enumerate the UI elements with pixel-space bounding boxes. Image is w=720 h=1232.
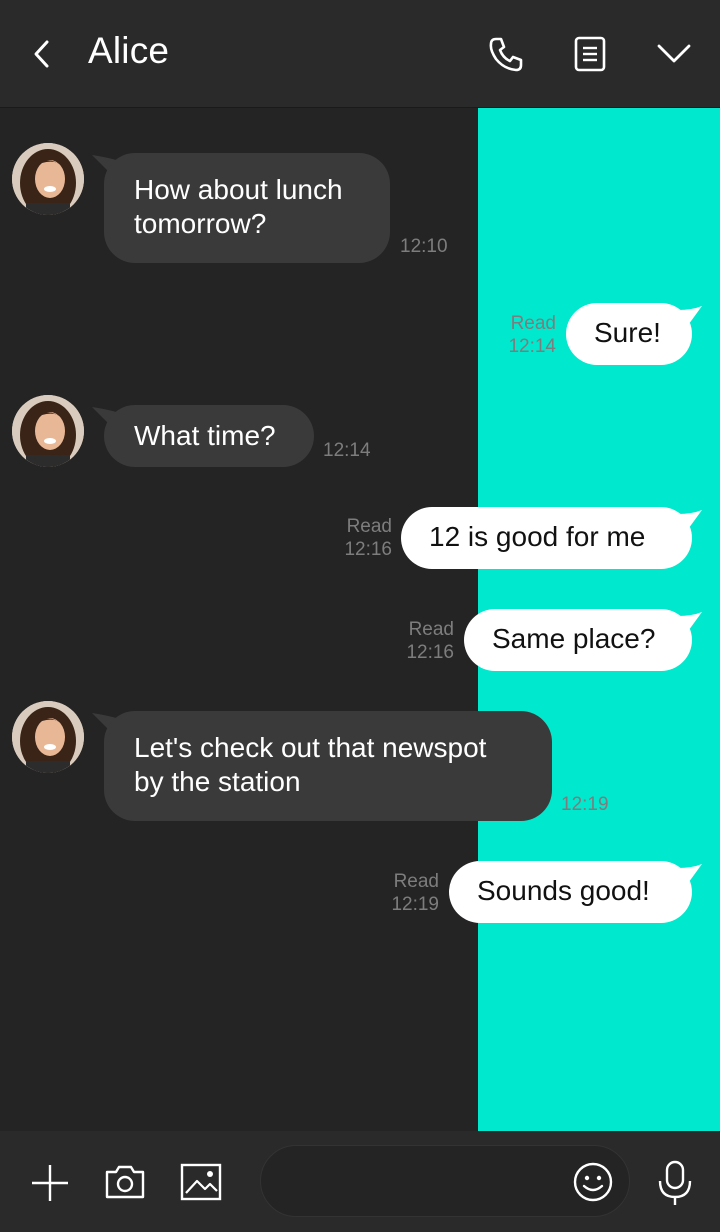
chat-title: Alice [88,30,170,71]
message-bubble[interactable]: Let's check out that newspot by the stat… [104,711,552,821]
message-bubble[interactable]: 12 is good for me [401,507,692,569]
chevron-down-icon[interactable] [656,40,692,68]
phone-icon[interactable] [486,34,526,74]
avatar[interactable] [12,701,84,773]
message-text: Let's check out that newspot [134,732,487,763]
read-label: Read [346,516,392,537]
message-bubble[interactable]: Sounds good! [449,861,692,923]
message-bubble[interactable]: Same place? [464,609,692,671]
message-time: 12:19 [561,794,609,815]
chat-header: Alice [0,0,720,108]
read-status: Read 12:16 [394,618,454,664]
message-text: How about lunch [134,174,343,205]
message-time: 12:14 [508,336,556,357]
input-bar [0,1131,720,1232]
read-label: Read [393,871,439,892]
message-bubble[interactable]: How about lunch tomorrow? [104,153,390,263]
message-text: tomorrow? [134,208,267,239]
microphone-icon[interactable] [656,1159,694,1207]
read-label: Read [510,313,556,334]
read-status: Read 12:19 [379,870,439,916]
read-label: Read [408,619,454,640]
message-time: 12:14 [323,440,371,461]
message-text: by the station [134,766,301,797]
read-status: Read 12:16 [332,515,392,561]
message-text: What time? [134,420,276,451]
avatar[interactable] [12,143,84,215]
message-time: 12:19 [391,894,439,915]
emoji-icon[interactable] [572,1161,614,1203]
avatar[interactable] [12,395,84,467]
notes-icon[interactable] [572,36,608,72]
message-bubble[interactable]: What time? [104,405,314,467]
read-status: Read 12:14 [496,312,556,358]
message-time: 12:16 [344,539,392,560]
message-time: 12:10 [400,236,448,257]
back-icon[interactable] [28,36,56,72]
image-icon[interactable] [180,1163,222,1201]
message-bubble[interactable]: Sure! [566,303,692,365]
message-time: 12:16 [406,642,454,663]
camera-icon[interactable] [104,1164,146,1200]
plus-icon[interactable] [30,1163,70,1203]
